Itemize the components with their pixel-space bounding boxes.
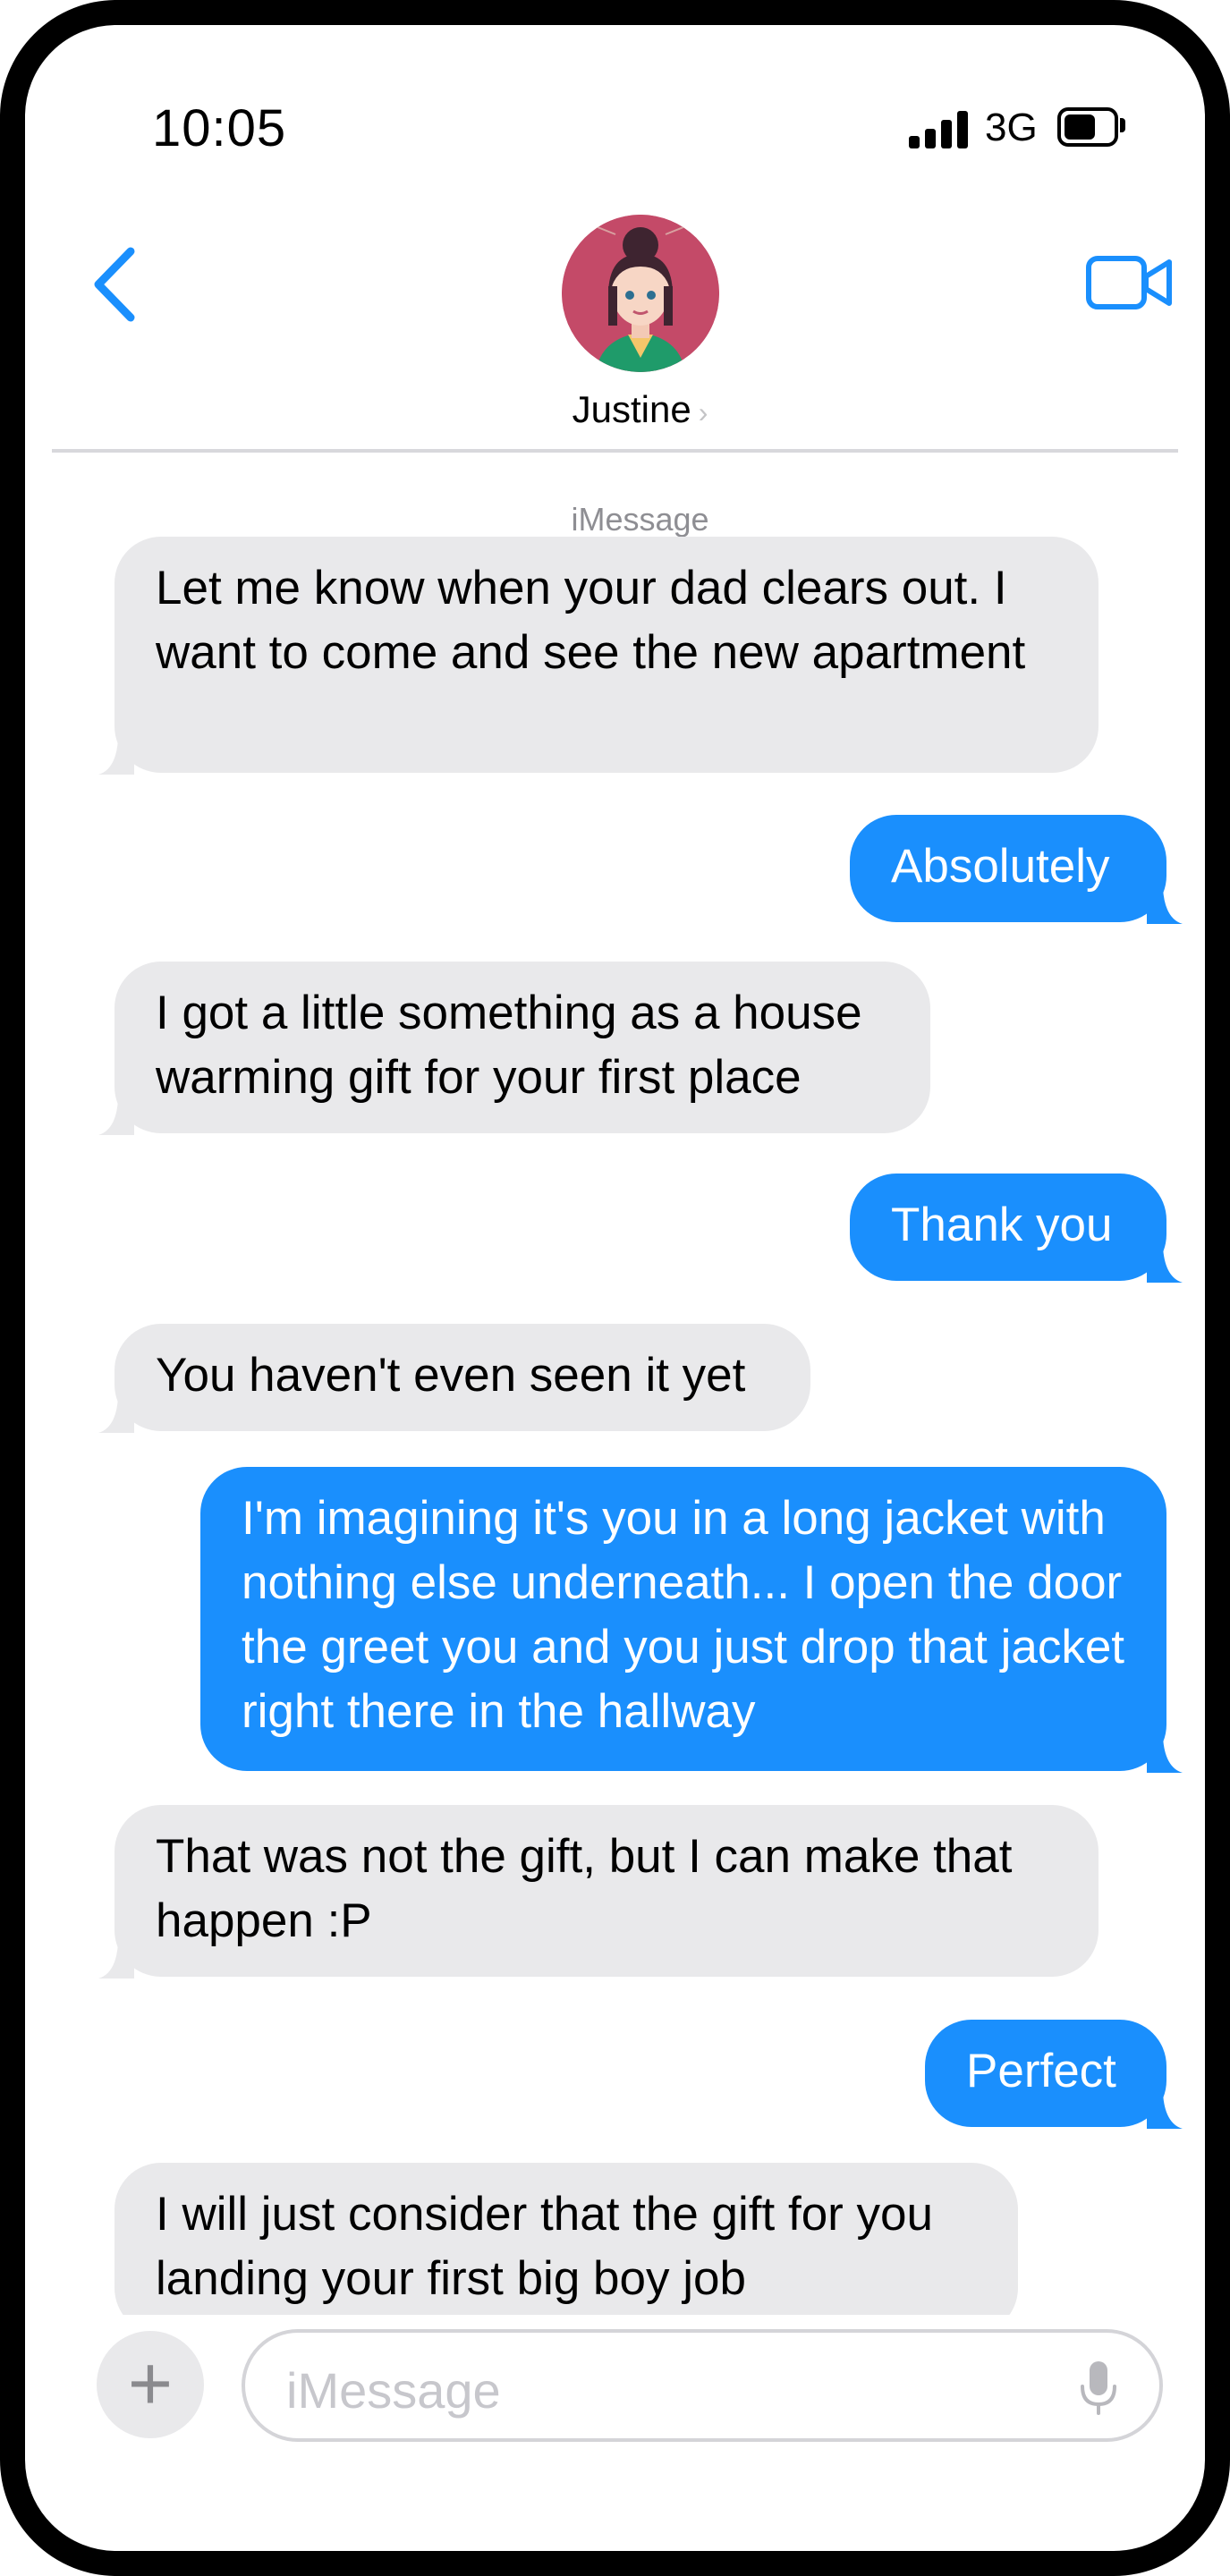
battery-tip — [1120, 118, 1125, 132]
message-text: I got a little something as a house warm… — [156, 987, 862, 1104]
message-bubble-incoming[interactable]: Let me know when your dad clears out. I … — [98, 537, 1099, 775]
message-input-placeholder: iMessage — [286, 2362, 501, 2419]
message-bubble-incoming[interactable]: That was not the gift, but I can make th… — [98, 1805, 1099, 1979]
contact-name: Justine — [572, 388, 691, 430]
message-list[interactable]: Let me know when your dad clears out. I … — [50, 526, 1205, 2315]
contact-avatar[interactable] — [562, 215, 719, 372]
plus-icon: + — [127, 2341, 174, 2427]
chevron-right-icon: › — [698, 396, 708, 428]
microphone-icon[interactable] — [1077, 2360, 1120, 2417]
message-bubble-outgoing[interactable]: Perfect — [925, 2020, 1183, 2129]
back-chevron-icon[interactable] — [88, 244, 141, 325]
carrier-label: 3G — [985, 106, 1038, 149]
message-input[interactable]: iMessage — [242, 2329, 1163, 2442]
message-bubble-outgoing[interactable]: Thank you — [850, 1174, 1183, 1283]
contact-name-button[interactable]: Justine › — [25, 388, 1205, 431]
add-attachment-button[interactable]: + — [97, 2331, 204, 2438]
header-divider — [52, 449, 1178, 453]
message-text: Let me know when your dad clears out. I … — [156, 562, 1026, 679]
message-text: That was not the gift, but I can make th… — [156, 1830, 1013, 1947]
message-text: Thank you — [891, 1199, 1113, 1251]
message-text: Absolutely — [891, 840, 1110, 893]
message-bubble-incoming[interactable]: You haven't even seen it yet — [98, 1324, 810, 1433]
message-text: Perfect — [966, 2045, 1116, 2097]
message-bubble-incoming[interactable]: I got a little something as a house warm… — [98, 962, 930, 1135]
message-bubble-outgoing[interactable]: Absolutely — [850, 815, 1183, 924]
message-text: I will just consider that the gift for y… — [156, 2188, 934, 2305]
message-bubble-outgoing[interactable]: I'm imagining it's you in a long jacket … — [200, 1467, 1183, 1773]
message-text: I'm imagining it's you in a long jacket … — [242, 1492, 1125, 1738]
signal-bars-icon — [909, 109, 968, 148]
phone-frame: 10:05 3G Justine › iMessage Let me know … — [0, 0, 1230, 2576]
video-camera-icon[interactable] — [1085, 253, 1175, 312]
battery-icon — [1057, 107, 1118, 147]
message-text: You haven't even seen it yet — [156, 1349, 746, 1402]
status-time: 10:05 — [152, 99, 287, 157]
message-bubble-incoming[interactable]: I will just consider that the gift for y… — [115, 2163, 1018, 2315]
